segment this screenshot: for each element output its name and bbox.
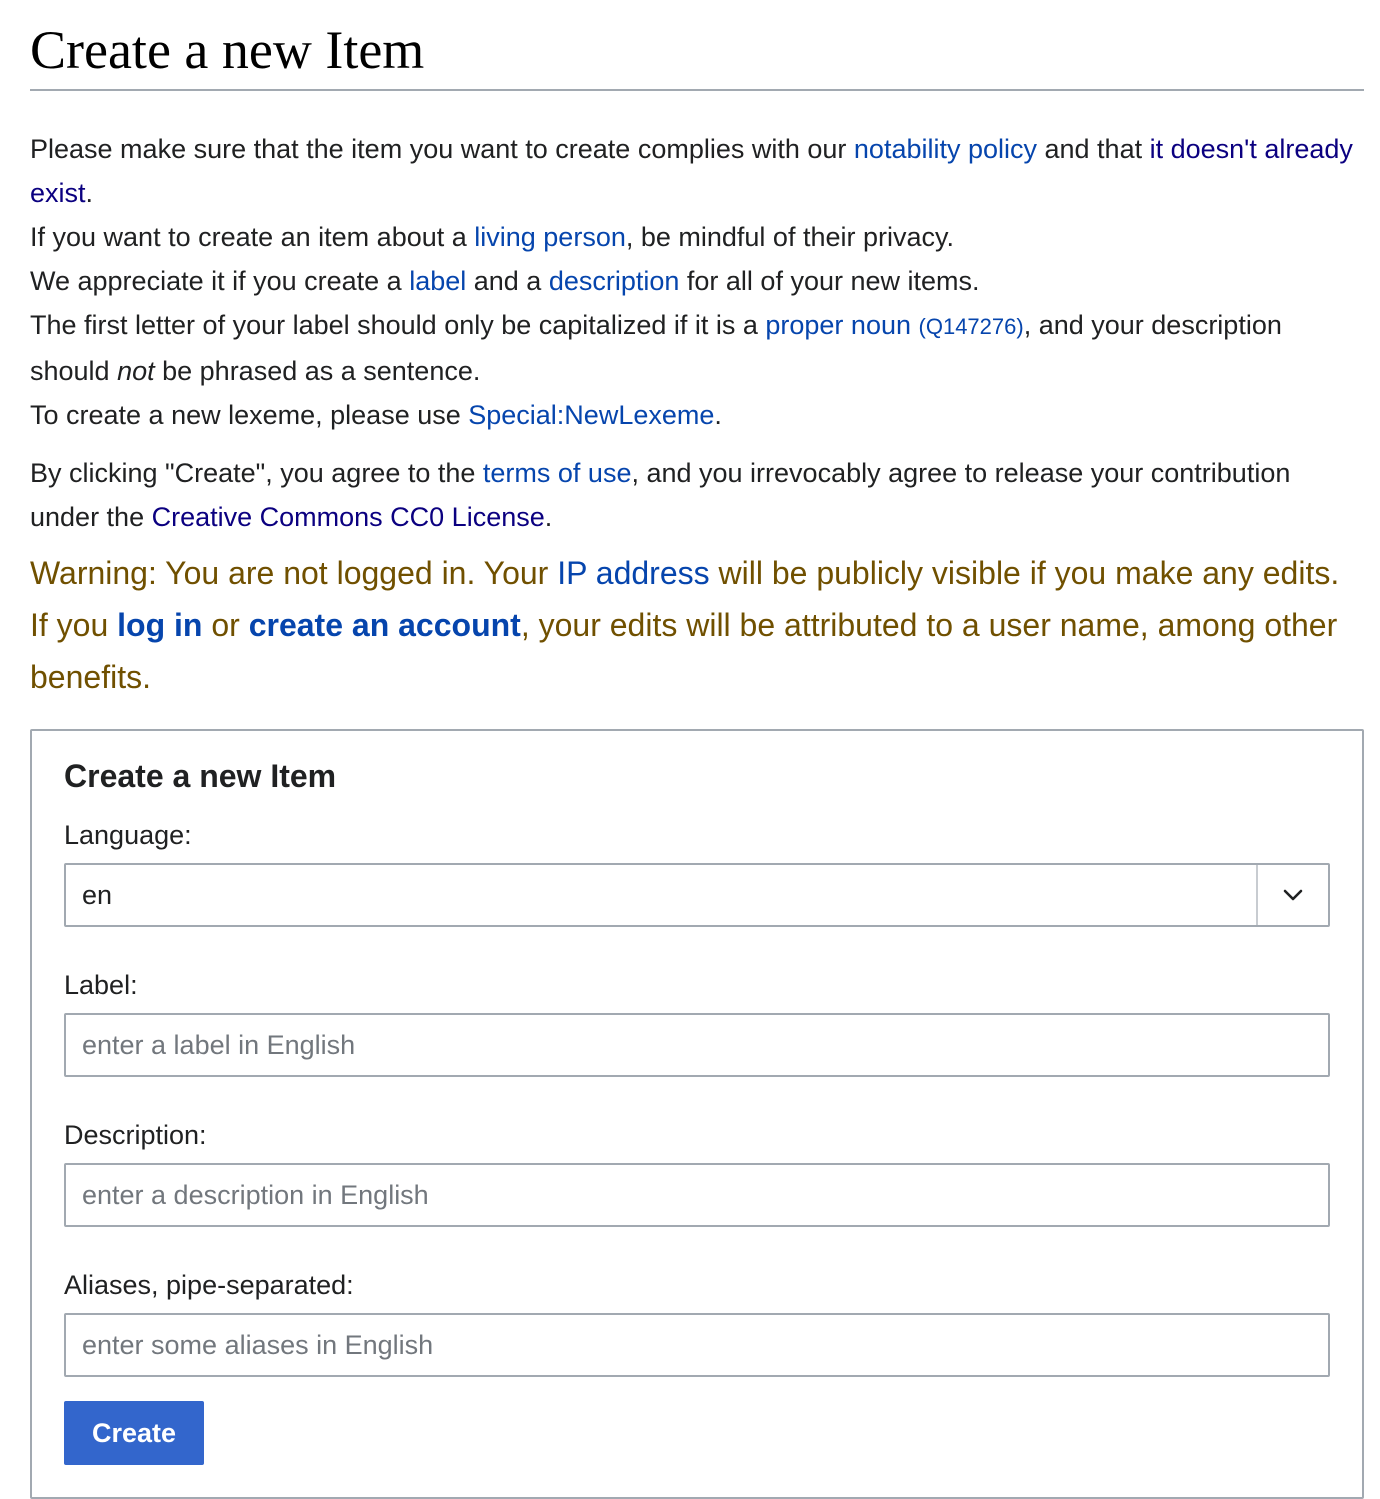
- page-title: Create a new Item: [30, 16, 1364, 91]
- ip-address-link[interactable]: IP address: [557, 555, 709, 591]
- chevron-down-icon: [1256, 865, 1328, 926]
- intro-label-description: We appreciate it if you create a label a…: [30, 265, 980, 296]
- create-button[interactable]: Create: [64, 1401, 204, 1466]
- intro-lexeme: To create a new lexeme, please use Speci…: [30, 399, 722, 430]
- aliases-field-label: Aliases, pipe-separated:: [64, 1270, 354, 1301]
- intro-text: Please make sure that the item you want …: [30, 127, 1364, 539]
- create-item-form: Create a new Item Language: en Label: De…: [30, 728, 1364, 1499]
- cc0-license-link[interactable]: Creative Commons CC0 License: [152, 502, 545, 532]
- description-field-label: Description:: [64, 1120, 207, 1151]
- intro-terms: By clicking "Create", you agree to the t…: [30, 457, 1291, 532]
- form-legend: Create a new Item: [64, 757, 337, 794]
- language-select[interactable]: en: [64, 863, 1330, 928]
- aliases-input[interactable]: [64, 1313, 1330, 1378]
- notability-policy-link[interactable]: notability policy: [854, 134, 1037, 164]
- log-in-link[interactable]: log in: [117, 607, 202, 643]
- language-select-value: en: [82, 879, 113, 910]
- intro-notability: Please make sure that the item you want …: [30, 133, 1353, 208]
- proper-noun-link[interactable]: proper noun: [765, 310, 911, 340]
- description-help-link[interactable]: description: [549, 266, 680, 296]
- terms-of-use-link[interactable]: terms of use: [483, 458, 632, 488]
- label-input[interactable]: [64, 1013, 1330, 1078]
- intro-capitalization: The first letter of your label should on…: [30, 309, 1282, 386]
- language-label: Language:: [64, 820, 192, 851]
- label-help-link[interactable]: label: [409, 266, 466, 296]
- create-account-link[interactable]: create an account: [249, 607, 521, 643]
- living-person-link[interactable]: living person: [474, 222, 626, 252]
- anon-warning: Warning: You are not logged in. Your IP …: [30, 554, 1340, 695]
- label-field-label: Label:: [64, 970, 138, 1001]
- proper-noun-qid-link[interactable]: (Q147276): [919, 314, 1024, 339]
- special-newlexeme-link[interactable]: Special:NewLexeme: [468, 400, 714, 430]
- description-input[interactable]: [64, 1163, 1330, 1228]
- intro-living-person: If you want to create an item about a li…: [30, 221, 954, 252]
- page: Create a new Item Please make sure that …: [0, 0, 1380, 1499]
